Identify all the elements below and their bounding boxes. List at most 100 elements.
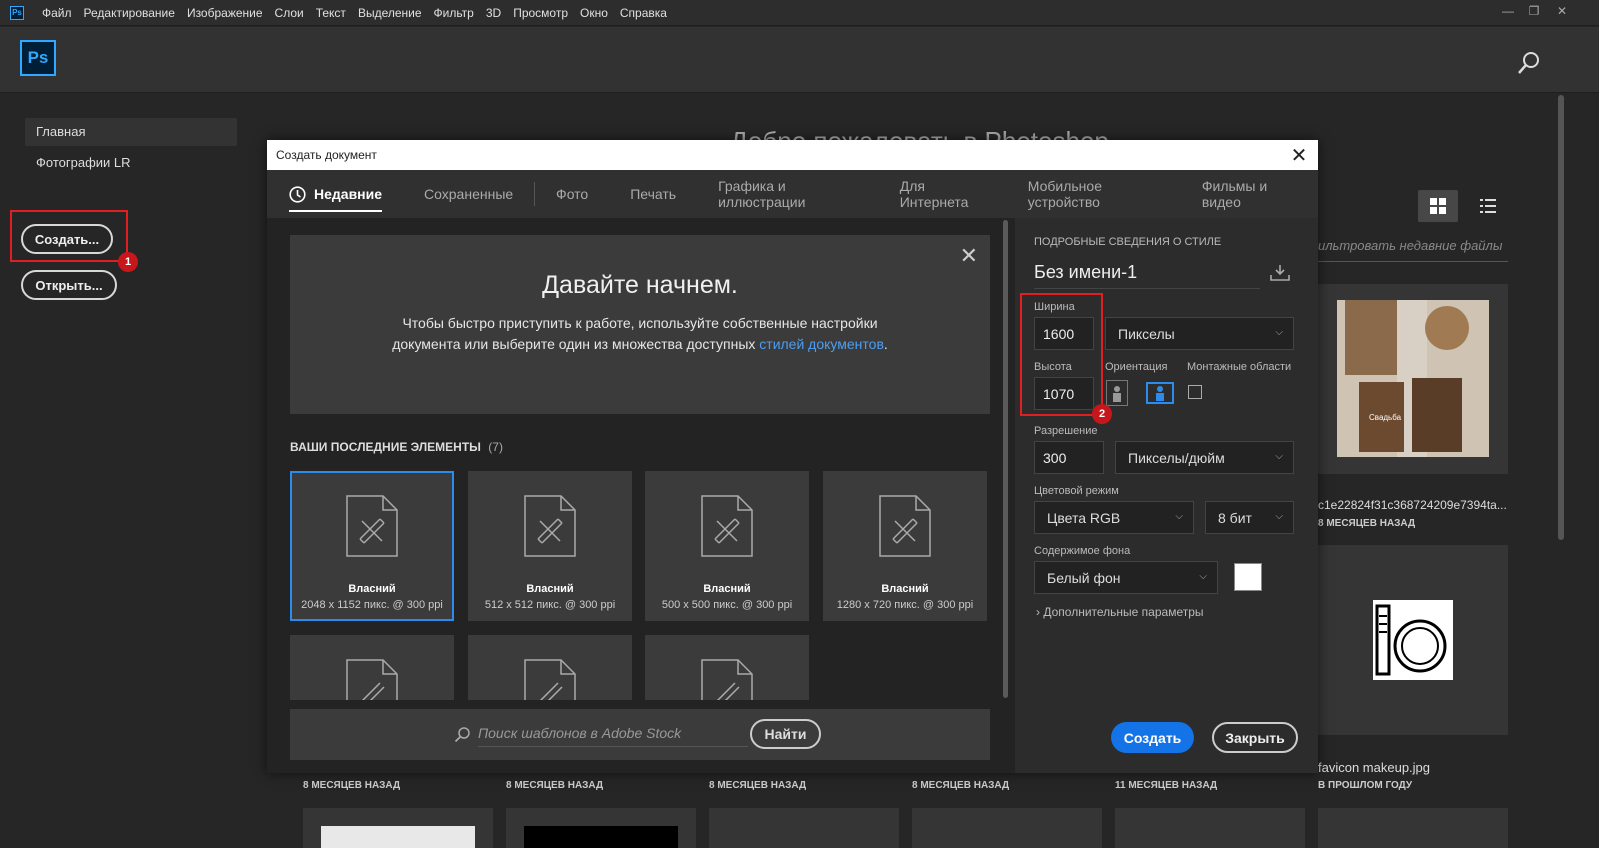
preset-dimensions: 512 x 512 пикс. @ 300 ppi [484,599,616,611]
grid-view-button[interactable] [1418,190,1458,222]
tab-film-video[interactable]: Фильмы и видео [1202,170,1297,218]
artboards-checkbox[interactable] [1188,385,1202,399]
dialog-title: Создать документ [267,140,1318,170]
menu-view[interactable]: Просмотр [513,6,568,20]
menu-layers[interactable]: Слои [275,6,304,20]
preset-dimensions: 2048 x 1152 пикс. @ 300 ppi [301,599,443,611]
background-dropdown[interactable]: Белый фон ⌵ [1034,561,1218,594]
dialog-close-icon[interactable]: ✕ [1286,142,1312,168]
bit-depth-dropdown[interactable]: 8 бит ⌵ [1205,501,1294,534]
close-icon[interactable]: ✕ [960,243,978,269]
preset-card[interactable]: Власний 500 x 500 пикс. @ 300 ppi [645,471,809,621]
recent-file-card[interactable] [709,808,899,848]
tab-recent[interactable]: Недавние [289,170,383,218]
color-mode-label: Цветовой режим [1034,485,1119,497]
menu-type[interactable]: Текст [316,6,346,20]
units-dropdown[interactable]: Пикселы ⌵ [1105,317,1294,350]
create-button[interactable]: Создать [1111,722,1194,753]
open-button[interactable]: Открыть... [21,270,117,300]
recent-file-card[interactable] [1318,545,1508,735]
menu-3d[interactable]: 3D [486,6,501,20]
get-started-text: Чтобы быстро приступить к работе, исполь… [390,313,890,355]
artboards-label: Монтажные области [1187,361,1292,373]
menu-image[interactable]: Изображение [187,6,263,20]
landscape-orientation-button[interactable] [1146,382,1174,404]
preset-name: Власний [703,583,751,595]
menu-edit[interactable]: Редактирование [84,6,175,20]
tab-print[interactable]: Печать [630,170,676,218]
create-new-button[interactable]: Создать... [21,224,113,254]
stock-search-input[interactable]: Поиск шаблонов в Adobe Stock [478,725,748,747]
clock-icon [289,185,306,203]
menu-file[interactable]: Файл [42,6,72,20]
preset-card[interactable] [290,635,454,700]
sidebar-item-home[interactable]: Главная [25,118,237,146]
preset-card[interactable] [468,635,632,700]
recent-items-count: (7) [488,440,503,454]
tab-art-illustration[interactable]: Графика и иллюстрации [718,170,858,218]
page-scrollbar[interactable] [1558,95,1564,540]
preset-card[interactable] [645,635,809,700]
find-button[interactable]: Найти [750,719,821,749]
recent-file-card[interactable] [1115,808,1305,848]
tab-mobile[interactable]: Мобильное устройство [1028,170,1160,218]
color-mode-dropdown[interactable]: Цвета RGB ⌵ [1034,501,1194,534]
presets-scrollbar[interactable] [1003,220,1008,698]
highlight-box-dimensions [1020,293,1103,416]
chevron-down-icon: ⌵ [1275,451,1283,462]
preset-dimensions: 500 x 500 пикс. @ 300 ppi [661,599,793,611]
document-name-input[interactable]: Без имени-1 [1034,262,1260,289]
grid-icon [1430,198,1446,214]
preset-card[interactable]: Власний 512 x 512 пикс. @ 300 ppi [468,471,632,621]
resolution-units-value: Пикселы/дюйм [1128,450,1225,466]
resolution-input[interactable]: 300 [1034,441,1104,474]
list-view-button[interactable] [1472,190,1504,222]
preset-details-panel: ПОДРОБНЫЕ СВЕДЕНИЯ О СТИЛЕ Без имени-1 Ш… [1015,218,1318,773]
tab-web[interactable]: Для Интернета [900,170,986,218]
recent-file-card[interactable] [912,808,1102,848]
filter-recent-input[interactable]: ильтровать недавние файлы [1318,238,1508,262]
presets-link[interactable]: стилей документов [759,336,884,352]
recent-file-time: 8 МЕСЯЦЕВ НАЗАД [506,780,604,791]
menu-select[interactable]: Выделение [358,6,422,20]
recent-file-name[interactable]: favicon makeup.jpg [1318,760,1430,775]
landscape-icon [1156,386,1164,401]
recent-file-card[interactable] [506,808,696,848]
search-icon[interactable] [1516,50,1542,76]
recent-file-time: 11 МЕСЯЦЕВ НАЗАД [1115,780,1218,791]
document-icon [701,495,753,557]
window-close-button[interactable]: ✕ [1550,2,1574,20]
menu-help[interactable]: Справка [620,6,667,20]
recent-file-name[interactable]: c1e22824f31c368724209e7394ta... [1318,498,1507,512]
photoshop-app-icon: Ps [10,5,24,20]
restore-button[interactable]: ❐ [1522,2,1546,20]
document-icon [524,659,576,700]
tab-photo[interactable]: Фото [556,170,588,218]
recent-file-time: 8 МЕСЯЦЕВ НАЗАД [709,780,807,791]
recent-file-card[interactable]: Свадьба [1318,284,1508,474]
preset-name: Власний [526,583,574,595]
close-button[interactable]: Закрыть [1212,722,1298,753]
save-preset-icon[interactable] [1269,264,1291,282]
recent-file-card[interactable] [303,808,493,848]
recent-file-time: 8 МЕСЯЦЕВ НАЗАД [1318,518,1416,529]
resolution-units-dropdown[interactable]: Пикселы/дюйм ⌵ [1115,441,1294,474]
minimize-button[interactable]: — [1496,2,1520,20]
preset-name: Власний [348,583,396,595]
preset-tabs: Недавние Сохраненные Фото Печать Графика… [267,170,1318,218]
menu-bar: Ps Файл Редактирование Изображение Слои … [0,0,1599,26]
document-icon [524,495,576,557]
portrait-orientation-button[interactable] [1106,380,1128,406]
preset-card[interactable]: Власний 2048 x 1152 пикс. @ 300 ppi [290,471,454,621]
advanced-options-toggle[interactable]: › Дополнительные параметры [1036,605,1204,619]
preset-card[interactable]: Власний 1280 x 720 пикс. @ 300 ppi [823,471,987,621]
tab-saved[interactable]: Сохраненные [424,170,513,218]
background-color-swatch[interactable] [1234,563,1262,591]
search-icon [454,727,470,743]
recent-file-time: 8 МЕСЯЦЕВ НАЗАД [303,780,401,791]
menu-window[interactable]: Окно [580,6,608,20]
recent-file-card[interactable] [1318,808,1508,848]
tab-divider [534,182,536,206]
menu-filter[interactable]: Фильтр [434,6,474,20]
sidebar-item-lr-photos[interactable]: Фотографии LR [25,149,237,177]
